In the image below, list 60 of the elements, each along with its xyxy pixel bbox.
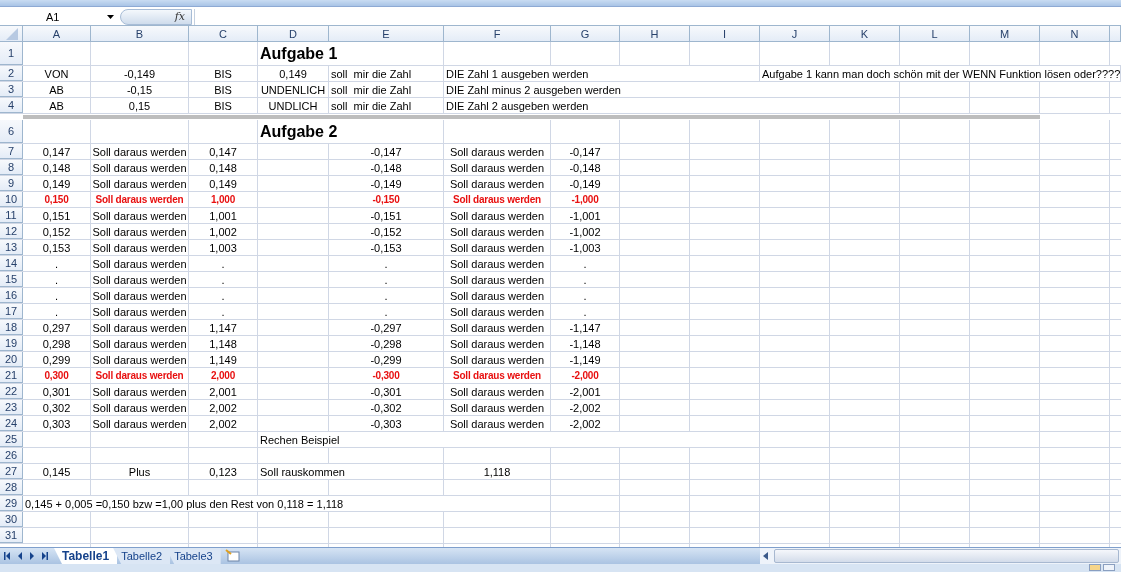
row-header[interactable]: 14	[0, 256, 23, 271]
column-header[interactable]: L	[900, 26, 970, 42]
column-header[interactable]: I	[690, 26, 760, 42]
row-header[interactable]: 21	[0, 368, 23, 383]
column-header[interactable]: E	[329, 26, 444, 42]
column-header[interactable]: M	[970, 26, 1040, 42]
column-header[interactable]: K	[830, 26, 900, 42]
scrollbar-thumb[interactable]	[774, 549, 1119, 563]
row-header[interactable]: 30	[0, 512, 23, 527]
row-header[interactable]: 23	[0, 400, 23, 415]
column-header[interactable]: H	[620, 26, 690, 42]
next-sheet-icon[interactable]	[28, 551, 36, 561]
row-header[interactable]: 2	[0, 66, 23, 81]
row-header[interactable]: 13	[0, 240, 23, 255]
row-header[interactable]: 20	[0, 352, 23, 367]
row-header[interactable]: 28	[0, 480, 23, 495]
last-sheet-icon[interactable]	[40, 551, 48, 561]
page-layout-icon[interactable]	[1103, 564, 1115, 571]
column-header[interactable]: D	[258, 26, 329, 42]
row-header[interactable]: 17	[0, 304, 23, 319]
insert-sheet-icon[interactable]	[224, 549, 241, 563]
row-header[interactable]: 31	[0, 528, 23, 543]
row-header[interactable]: 27	[0, 464, 23, 479]
column-header[interactable]: A	[23, 26, 91, 42]
row-header[interactable]: 12	[0, 224, 23, 239]
select-all-corner[interactable]	[0, 26, 23, 42]
column-header[interactable]: B	[91, 26, 189, 42]
sheet-tab[interactable]: Tabelle1	[54, 548, 118, 564]
row-header[interactable]: 6	[0, 120, 23, 143]
row-header[interactable]: 11	[0, 208, 23, 223]
column-header[interactable]: N	[1040, 26, 1110, 42]
table-cell: Aufgabe 1 kann man doch schön mit der WENN Funktion lösen oder????	[760, 66, 1121, 81]
column-header[interactable]: F	[444, 26, 551, 42]
row-header[interactable]: 16	[0, 288, 23, 303]
row-header[interactable]: 10	[0, 192, 23, 207]
row-header[interactable]: 22	[0, 384, 23, 399]
row-header[interactable]: 18	[0, 320, 23, 335]
row-header[interactable]: 19	[0, 336, 23, 351]
row-header[interactable]: 8	[0, 160, 23, 175]
column-header[interactable]	[1110, 26, 1121, 42]
row-header[interactable]: 15	[0, 272, 23, 287]
row-header[interactable]: 25	[0, 432, 23, 447]
column-header[interactable]: G	[551, 26, 620, 42]
sheet-tab[interactable]: Tabelle2	[113, 548, 171, 564]
normal-view-icon[interactable]	[1089, 564, 1101, 571]
row-header[interactable]: 9	[0, 176, 23, 191]
row-header[interactable]: 29	[0, 496, 23, 511]
row-header[interactable]: 7	[0, 144, 23, 159]
row-header[interactable]: 4	[0, 98, 23, 113]
insert-function-button[interactable]: fx	[120, 8, 192, 25]
first-sheet-icon[interactable]	[4, 551, 12, 561]
row-header[interactable]: 24	[0, 416, 23, 431]
column-header[interactable]: C	[189, 26, 258, 42]
column-header[interactable]: J	[760, 26, 830, 42]
row-header[interactable]: 1	[0, 42, 23, 65]
name-box[interactable]: A1	[0, 9, 118, 24]
row-header[interactable]: 26	[0, 448, 23, 463]
row-header[interactable]: 3	[0, 82, 23, 97]
caret-icon	[107, 14, 114, 19]
previous-sheet-icon[interactable]	[16, 551, 24, 561]
